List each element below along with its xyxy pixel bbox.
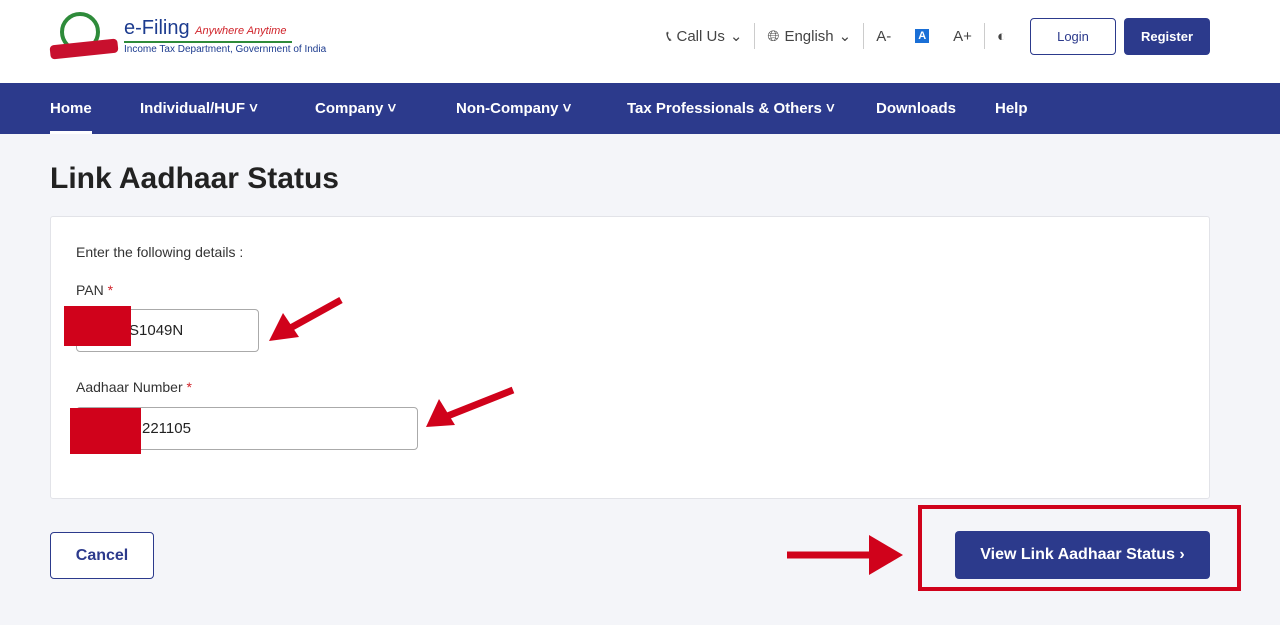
details-card: Enter the following details : PAN * S104…	[50, 216, 1210, 499]
tagline: Anywhere Anytime	[195, 25, 287, 37]
nav-downloads[interactable]: Downloads	[876, 100, 956, 117]
nav-home[interactable]: Home	[50, 100, 92, 134]
arrow-annotation	[269, 296, 343, 341]
nav-help[interactable]: Help	[995, 100, 1028, 117]
emblem-icon	[49, 12, 119, 60]
call-us-dropdown[interactable]: 📞︎ Call Us ⌄	[654, 27, 754, 46]
instruction-text: Enter the following details :	[76, 244, 244, 260]
chevron-down-icon: ⌄	[838, 28, 852, 45]
nav-individual[interactable]: Individual/HUF ˅	[140, 100, 258, 117]
register-button[interactable]: Register	[1124, 17, 1210, 55]
chevron-right-icon: ›	[1179, 546, 1185, 563]
language-label: English	[784, 27, 834, 45]
chevron-down-icon: ⌄	[729, 28, 743, 45]
login-button[interactable]: Login	[1030, 17, 1116, 55]
header: e-Filing Anywhere Anytime Income Tax Dep…	[0, 0, 1280, 83]
page-title: Link Aadhaar Status	[50, 162, 339, 195]
font-increase-button[interactable]: A+	[941, 28, 984, 45]
pan-label: PAN *	[76, 282, 114, 298]
subtitle: Income Tax Department, Government of Ind…	[124, 44, 327, 55]
main-nav: Home Individual/HUF ˅ Company ˅ Non-Comp…	[0, 83, 1280, 134]
view-link-aadhaar-status-button[interactable]: View Link Aadhaar Status ›	[955, 531, 1210, 579]
redaction-box	[70, 408, 141, 454]
call-us-label: Call Us	[676, 27, 725, 45]
nav-company[interactable]: Company ˅	[315, 100, 396, 117]
language-dropdown[interactable]: 🌐︎ English ⌄	[755, 27, 863, 46]
cancel-button[interactable]: Cancel	[50, 532, 154, 579]
brand-name: e-Filing	[124, 17, 190, 39]
redaction-box	[64, 306, 131, 346]
font-default-label: A	[915, 29, 930, 43]
efiling-logo[interactable]: e-Filing Anywhere Anytime Income Tax Dep…	[49, 12, 327, 60]
font-decrease-button[interactable]: A-	[864, 28, 903, 45]
font-default-button[interactable]: A	[903, 29, 941, 43]
contrast-icon[interactable]: ◐	[985, 28, 1018, 45]
aadhaar-label: Aadhaar Number *	[76, 379, 192, 395]
nav-non-company[interactable]: Non-Company ˅	[456, 100, 571, 117]
nav-tax-professionals[interactable]: Tax Professionals & Others ˅	[627, 100, 835, 117]
phone-icon: 📞︎	[666, 27, 672, 45]
arrow-annotation	[787, 535, 903, 575]
globe-icon: 🌐︎	[767, 27, 780, 45]
arrow-annotation	[426, 386, 515, 427]
